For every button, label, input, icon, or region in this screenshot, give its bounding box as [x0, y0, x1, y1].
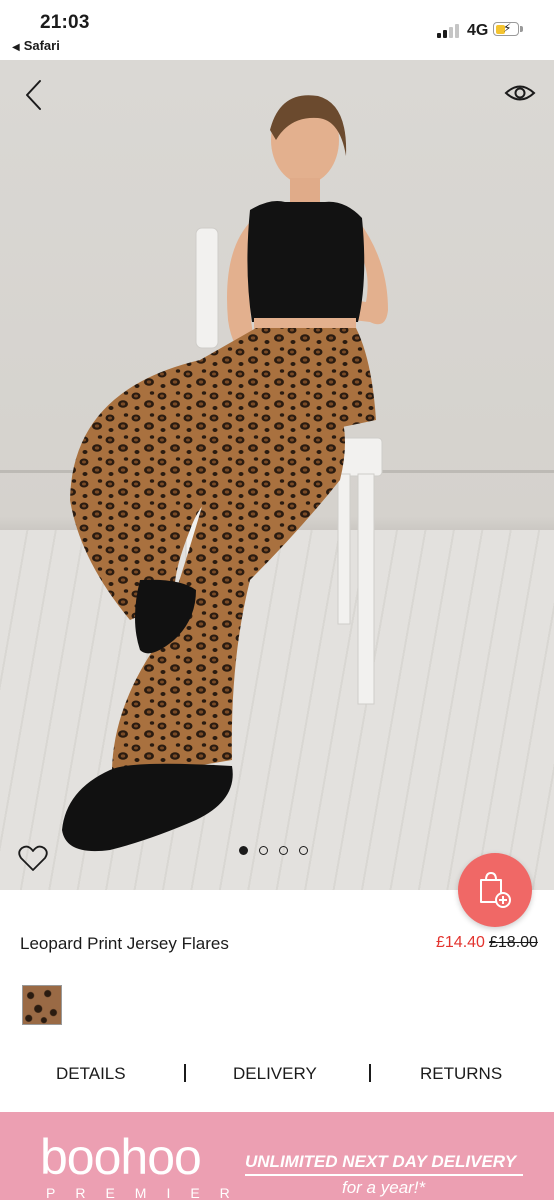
tab-divider	[369, 1064, 371, 1082]
tab-delivery[interactable]: DELIVERY	[233, 1064, 317, 1084]
colour-swatch-leopard[interactable]	[22, 985, 62, 1025]
premier-banner[interactable]: boohoo PREMIER UNLIMITED NEXT DAY DELIVE…	[0, 1112, 554, 1201]
product-title: Leopard Print Jersey Flares	[20, 934, 229, 953]
network-type: 4G	[467, 22, 489, 39]
promo-text: UNLIMITED NEXT DAY DELIVERY	[245, 1152, 517, 1171]
tab-returns[interactable]: RETURNS	[420, 1064, 502, 1084]
page-dot[interactable]	[279, 846, 288, 855]
tab-divider	[184, 1064, 186, 1082]
tab-details[interactable]: DETAILS	[56, 1064, 126, 1084]
brand-sub: PREMIER	[46, 1185, 250, 1201]
signal-icon	[437, 24, 461, 38]
status-time: 21:03	[40, 12, 90, 33]
product-image[interactable]	[0, 60, 554, 890]
page-dot[interactable]	[259, 846, 268, 855]
image-pagination[interactable]	[239, 846, 308, 858]
eye-icon[interactable]	[504, 80, 536, 106]
status-bar: 21:03 ◀ Safari 4G ⚡	[0, 0, 554, 60]
add-to-bag-icon	[480, 871, 511, 908]
brand-logo: boohoo	[40, 1129, 202, 1185]
product-price: £14.40	[436, 934, 485, 951]
back-to-safari[interactable]: ◀ Safari	[12, 38, 60, 53]
add-to-bag-button[interactable]	[458, 853, 532, 927]
info-tabs: DETAILS DELIVERY RETURNS	[0, 1062, 554, 1088]
page-dot[interactable]	[239, 846, 248, 855]
heart-icon[interactable]	[18, 844, 48, 872]
back-app-label: Safari	[23, 38, 60, 53]
back-triangle-icon: ◀	[12, 42, 20, 53]
product-original-price: £18.00	[489, 934, 538, 951]
promo-underline	[245, 1174, 523, 1176]
page-dot[interactable]	[299, 846, 308, 855]
promo-subtext: for a year!*	[342, 1178, 426, 1197]
back-arrow-icon[interactable]	[20, 78, 48, 112]
model-photo	[62, 95, 388, 852]
battery-icon: ⚡	[493, 21, 523, 38]
